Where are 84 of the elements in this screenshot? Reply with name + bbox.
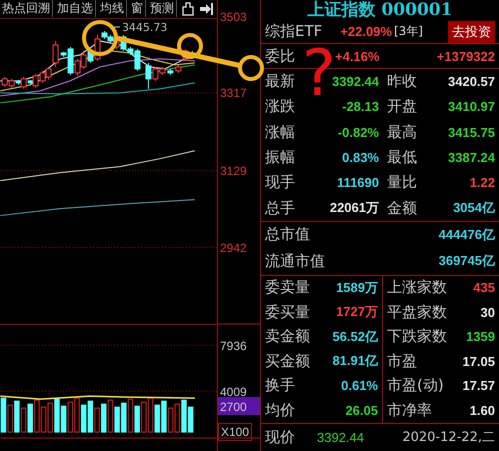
quote-label: 现价 <box>265 428 295 447</box>
invest-button[interactable]: 去投资 <box>448 20 495 43</box>
quote-value: 81.91亿 <box>332 352 378 370</box>
quote-value: 435 <box>473 280 495 296</box>
quote-label: 委卖量 <box>265 278 310 298</box>
quote-value: 1.22 <box>470 175 495 190</box>
quote-label: 市盈 <box>387 352 417 371</box>
toolbar-tab[interactable]: 加自选 <box>55 0 96 18</box>
quote-label: 平盘家数 <box>387 302 447 322</box>
quote-label: 涨跌 <box>265 97 295 116</box>
price-axis-label: 3129 <box>220 164 247 178</box>
quote-label: 开盘 <box>387 97 417 116</box>
quote-label: 涨幅 <box>265 122 295 142</box>
highlight-circle <box>177 33 203 59</box>
quote-label: 振幅 <box>265 148 295 167</box>
quote-value: +1379322 <box>436 48 495 64</box>
candlestick <box>175 64 182 74</box>
quote-value: +4.16% <box>335 48 380 64</box>
quote-label: 最新 <box>265 72 295 92</box>
quote-label: 金额 <box>387 198 417 218</box>
quote-value: 0.83% <box>342 150 379 165</box>
quote-label: 市盈(动) <box>387 376 444 396</box>
quote-label: 量比 <box>387 173 417 192</box>
etf-label: 综指ETF <box>265 22 322 42</box>
toolbar-tab[interactable]: 窗 <box>129 0 146 18</box>
quote-label: 最低 <box>387 148 417 167</box>
quote-value: 3415.75 <box>448 124 495 140</box>
quote-label: 买金额 <box>265 352 310 371</box>
quote-label: 卖金额 <box>265 327 310 346</box>
quote-label: 委比 <box>265 46 295 66</box>
quote-value: 26.05 <box>345 402 378 418</box>
quote-value: 1.60 <box>470 402 495 418</box>
quote-value: 3387.24 <box>448 150 495 165</box>
quote-value: -28.13 <box>342 99 379 114</box>
volume-axis-label: 7936 <box>220 339 247 353</box>
volume-axis-label: 4009 <box>220 385 247 399</box>
highlight-circle <box>82 20 118 56</box>
quote-date: 2020-12-22,二 <box>402 429 495 446</box>
quote-value: 22061万 <box>330 199 379 217</box>
price-axis-label: 3317 <box>220 86 247 100</box>
toolbar-tab[interactable]: 预测 <box>148 0 177 18</box>
quote-value: 1589万 <box>336 278 378 297</box>
quote-label: 委买量 <box>265 302 310 322</box>
quote-label: 总手 <box>265 198 295 218</box>
quote-value: 17.57 <box>462 378 495 394</box>
quote-label: 均价 <box>265 400 295 420</box>
toolbar-tab[interactable]: 均线 <box>98 0 127 18</box>
quote-value: 30 <box>480 304 495 320</box>
price-axis-label: 3503 <box>220 10 247 24</box>
quote-label: 总市值 <box>265 225 310 244</box>
window-icon[interactable] <box>181 2 195 16</box>
price-axis-label: 2942 <box>220 241 247 255</box>
quote-value: 111690 <box>337 175 379 190</box>
quote-value: 3054亿 <box>453 199 495 217</box>
quote-value: -0.82% <box>338 124 379 140</box>
toolbar-tab[interactable]: 热点回溯 <box>0 0 53 18</box>
quote-label: 现手 <box>265 173 295 192</box>
current-volume-label: 2700 <box>218 397 260 415</box>
period-label: [3年] <box>394 23 423 40</box>
exit-icon[interactable] <box>199 2 213 16</box>
quote-value: 369745亿 <box>438 252 495 270</box>
quote-value: 0.61% <box>341 378 378 394</box>
quote-label: 最高 <box>387 122 417 142</box>
quote-value: 3392.44 <box>317 430 364 445</box>
quote-value: 17.05 <box>462 354 495 369</box>
quote-value: 3410.97 <box>448 99 495 114</box>
index-title: 上证指数 000001 <box>306 0 454 20</box>
etf-change: +22.09% <box>340 24 392 40</box>
quote-label: 流通市值 <box>265 252 325 271</box>
quote-value: 1359 <box>466 329 495 344</box>
quote-value: 444476亿 <box>438 226 495 244</box>
quote-label: 上涨家数 <box>387 278 447 298</box>
quote-value: 56.52亿 <box>332 328 378 346</box>
peak-price-label: 3445.73 <box>112 20 168 34</box>
quote-value: 1727万 <box>336 303 378 322</box>
highlight-circle <box>238 55 264 81</box>
quote-label: 昨收 <box>387 72 417 92</box>
quote-label: 市净率 <box>387 400 432 420</box>
candlestick <box>167 68 174 76</box>
quote-label: 下跌家数 <box>387 327 447 346</box>
quote-value: 3420.57 <box>448 74 495 90</box>
quote-value: 3392.44 <box>332 74 379 90</box>
volume-unit-label: X100 <box>218 423 252 441</box>
quote-label: 换手 <box>265 376 295 396</box>
